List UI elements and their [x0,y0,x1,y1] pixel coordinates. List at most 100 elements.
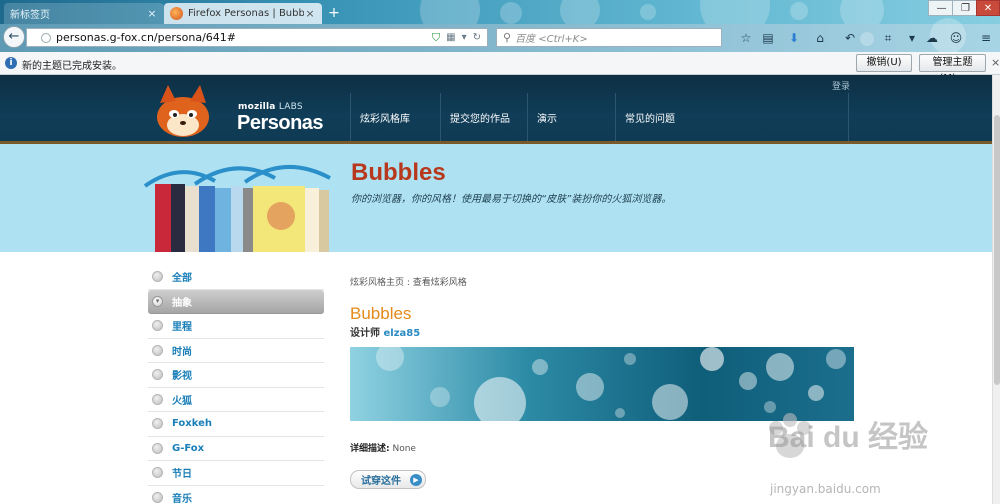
top-nav: 炫彩风格库 提交您的作品 演示 常见的问题 [350,93,849,143]
tab-new-tab[interactable]: 新标签页 × [4,3,164,24]
undo-button[interactable]: 撤销(U) [856,54,912,72]
fox-mascot-icon [157,85,209,137]
navigation-toolbar: ← personas.g-fox.cn/persona/641# ⛉ ▦ ▾ ↻… [0,18,1000,54]
sidebar-item-label: 全部 [172,273,192,285]
shield-icon[interactable]: ⛉ [432,31,440,45]
sidebar-item-label: 影视 [172,371,192,383]
nav-faq[interactable]: 常见的问题 [615,93,849,143]
sidebar-item-film[interactable]: 影视 [148,363,324,388]
breadcrumb[interactable]: 炫彩风格主页 : 查看炫彩风格 [350,275,467,288]
sidebar-item-label: Foxkeh [172,418,213,430]
globe-icon [41,32,51,43]
browser-window: 新标签页 × Firefox Personas | Bubbl... × + —… [0,0,1000,504]
bullet-icon [152,271,163,283]
site-header: 登录 mozilla LABS Personas 炫彩风格库 提交您的作品 演示… [0,75,1000,144]
download-icon[interactable]: ⬇ [786,30,802,46]
reload-icon[interactable]: ↻ [473,32,481,43]
menu-hamburger-icon[interactable]: ≡ [978,30,994,46]
minimize-icon[interactable]: — [928,0,955,16]
description-line: 详细描述: None [350,441,416,454]
login-link[interactable]: 登录 [832,79,850,92]
new-tab-plus-icon[interactable]: + [326,5,342,21]
nav-submit[interactable]: 提交您的作品 [440,93,527,143]
notification-bar: i 新的主题已完成安装。 撤销(U) 管理主题(M)... × [0,52,1000,84]
sidebar-item-foxkeh[interactable]: Foxkeh [148,412,324,437]
crop-icon[interactable]: ⌗ [880,30,896,46]
dropdown-arrow-icon[interactable]: ▾ [462,32,467,43]
designer-link[interactable]: elza85 [383,328,420,339]
sidebar-item-label: G-Fox [172,442,205,454]
bullet-icon [152,418,163,430]
nav-demo[interactable]: 演示 [527,93,615,143]
sidebar-item-g-fox[interactable]: G-Fox [148,437,324,461]
watermark-brand: Bai du 经验 [768,421,929,454]
chevron-down-icon: ▾ [152,295,163,307]
url-bar[interactable]: personas.g-fox.cn/persona/641# ⛉ ▦ ▾ ↻ [26,28,488,47]
window-close-icon[interactable]: ✕ [976,0,1000,16]
back-arrow-icon[interactable]: ← [3,26,25,48]
sidebar-item-holiday[interactable]: 节日 [148,461,324,486]
sidebar-item-label: 音乐 [172,493,192,504]
designer-label: 设计师 [350,328,380,339]
manage-themes-button[interactable]: 管理主题(M)... [919,54,986,84]
category-sidebar: 全部 ▾ 抽象 里程 时尚 影视 火狐 Foxkeh G-Fox 节日 音乐 [148,265,324,504]
description-value: None [392,444,416,454]
search-icon: ⚲ [503,31,512,44]
sidebar-item-abstract[interactable]: ▾ 抽象 [148,289,324,314]
bullet-icon [152,369,163,381]
watermark-url: jingyan.baidu.com [770,482,881,496]
sidebar-item-all[interactable]: 全部 [148,265,324,290]
page-scrollbar[interactable] [992,75,1000,504]
tab-personas[interactable]: Firefox Personas | Bubbl... × [164,3,322,24]
bookmarks-menu-icon[interactable]: ▤ [760,30,776,46]
bullet-icon [152,393,163,405]
bullet-icon [152,467,163,479]
bullet-icon [152,344,163,356]
chat-icon[interactable]: ☁ [924,30,940,46]
close-icon[interactable]: × [991,56,1000,69]
sidebar-item-label: 抽象 [172,297,192,309]
designer-line: 设计师 elza85 [350,324,420,339]
tab-label: Firefox Personas | Bubbl... [188,8,304,19]
search-bar[interactable]: ⚲ 百度 <Ctrl+K> [496,28,722,47]
sidebar-item-label: 火狐 [172,395,192,407]
sidebar-item-label: 里程 [172,322,192,334]
banner-subtitle: 你的浏览器，你的风格！使用最易于切换的“皮肤”装扮你的火狐浏览器。 [351,194,672,205]
sidebar-item-music[interactable]: 音乐 [148,486,324,504]
notification-text: 新的主题已完成安装。 [22,61,122,72]
persona-title: Bubbles [350,304,412,323]
close-icon[interactable]: × [146,7,158,20]
sidebar-item-firefox[interactable]: 火狐 [148,388,324,412]
firefox-favicon-icon [170,7,183,20]
tab-label: 新标签页 [10,10,50,21]
undo-arrow-icon[interactable]: ↶ [842,30,858,46]
maximize-icon[interactable]: ❐ [952,0,979,16]
clothes-hangers-illustration [143,165,331,252]
qr-code-icon[interactable]: ▦ [446,32,455,43]
sidebar-item-milestone[interactable]: 里程 [148,314,324,339]
bullet-icon [152,442,163,454]
home-icon[interactable]: ⌂ [812,30,828,46]
search-placeholder: 百度 <Ctrl+K> [515,34,588,45]
close-icon[interactable]: × [304,7,316,20]
info-icon: i [5,57,17,69]
dropdown-arrow-icon[interactable]: ▾ [904,30,920,46]
url-text: personas.g-fox.cn/persona/641# [56,31,236,44]
smiley-icon[interactable]: ☺ [948,30,964,46]
bookmark-star-icon[interactable]: ☆ [738,30,754,46]
try-on-button[interactable]: 试穿这件 ▶ [350,470,426,489]
try-on-label: 试穿这件 [361,476,401,487]
sidebar-item-label: 时尚 [172,346,192,358]
arrow-right-icon: ▶ [410,474,422,486]
sidebar-item-fashion[interactable]: 时尚 [148,339,324,363]
logo-mozilla-labs: mozilla LABS [238,102,303,112]
banner-title: Bubbles [351,159,446,186]
logo-personas[interactable]: Personas [237,112,324,135]
logo-labs-text: LABS [278,102,303,112]
logo-mozilla-text: mozilla [238,102,276,112]
sidebar-item-label: 节日 [172,469,192,481]
bullet-icon [152,491,163,503]
scrollbar-thumb[interactable] [994,115,1000,385]
nav-gallery[interactable]: 炫彩风格库 [350,93,440,143]
bullet-icon [152,320,163,332]
